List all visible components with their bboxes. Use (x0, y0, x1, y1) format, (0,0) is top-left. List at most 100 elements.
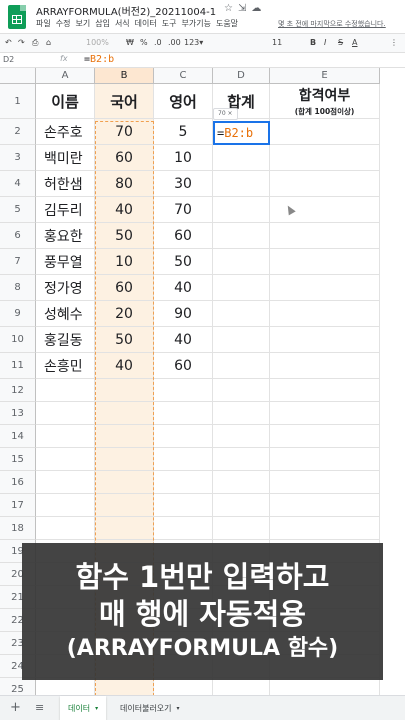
english-score-cell[interactable]: 10 (154, 145, 213, 171)
cell[interactable] (270, 517, 380, 540)
chevron-down-icon[interactable]: ▾ (95, 705, 98, 712)
row-header[interactable]: 3 (0, 145, 36, 171)
cell[interactable] (36, 494, 95, 517)
header-cell-b[interactable]: 국어 (95, 84, 154, 119)
cell[interactable] (270, 379, 380, 402)
row-header[interactable]: 12 (0, 379, 36, 402)
row-header[interactable]: 5 (0, 197, 36, 223)
korean-score-cell[interactable]: 80 (95, 171, 154, 197)
korean-score-cell[interactable]: 10 (95, 249, 154, 275)
menu-insert[interactable]: 삽입 (95, 19, 110, 28)
korean-score-cell[interactable]: 70 (95, 119, 154, 145)
english-score-cell[interactable]: 60 (154, 223, 213, 249)
cell[interactable] (213, 275, 270, 301)
menu-edit[interactable]: 수정 (56, 19, 71, 28)
cell[interactable] (213, 353, 270, 379)
strikethrough-button[interactable]: S (338, 38, 343, 47)
select-all-corner[interactable] (0, 68, 36, 84)
row-header[interactable]: 16 (0, 471, 36, 494)
row-header[interactable]: 6 (0, 223, 36, 249)
row-header[interactable]: 14 (0, 425, 36, 448)
row-header[interactable]: 9 (0, 301, 36, 327)
cell[interactable] (95, 448, 154, 471)
english-score-cell[interactable]: 60 (154, 353, 213, 379)
cell[interactable] (154, 402, 213, 425)
row-header[interactable]: 2 (0, 119, 36, 145)
cell[interactable] (213, 517, 270, 540)
menu-view[interactable]: 보기 (75, 19, 90, 28)
header-cell-a[interactable]: 이름 (36, 84, 95, 119)
cell[interactable] (213, 379, 270, 402)
cell[interactable] (95, 494, 154, 517)
cell[interactable] (213, 197, 270, 223)
cell[interactable] (270, 171, 380, 197)
row-header[interactable]: 25 (0, 678, 36, 695)
cell[interactable] (95, 379, 154, 402)
column-header-a[interactable]: A (36, 68, 95, 84)
row-header[interactable]: 18 (0, 517, 36, 540)
active-cell-d2[interactable]: = B2:b (213, 121, 270, 145)
cell[interactable] (213, 145, 270, 171)
paint-format-icon[interactable]: ⌂ (46, 38, 51, 47)
cell[interactable] (36, 678, 95, 695)
cell[interactable] (270, 249, 380, 275)
redo-icon[interactable]: ↷ (18, 38, 25, 47)
name-cell[interactable]: 허한샘 (36, 171, 95, 197)
english-score-cell[interactable]: 70 (154, 197, 213, 223)
cell[interactable] (270, 275, 380, 301)
cell[interactable] (270, 145, 380, 171)
add-sheet-button[interactable]: + (10, 700, 21, 715)
column-header-d[interactable]: D (213, 68, 270, 84)
last-edit-note[interactable]: 몇 초 전에 마지막으로 수정했습니다. (278, 19, 386, 29)
name-cell[interactable]: 김두리 (36, 197, 95, 223)
row-header[interactable]: 17 (0, 494, 36, 517)
row-header[interactable]: 8 (0, 275, 36, 301)
cloud-status-icon[interactable]: ☁ (251, 3, 266, 14)
cell[interactable] (270, 353, 380, 379)
cell[interactable] (36, 402, 95, 425)
cell[interactable] (213, 494, 270, 517)
cell[interactable] (154, 471, 213, 494)
cell[interactable] (36, 517, 95, 540)
cell[interactable] (270, 494, 380, 517)
print-icon[interactable]: ⎙ (32, 38, 38, 48)
header-cell-c[interactable]: 영어 (154, 84, 213, 119)
cell[interactable] (95, 402, 154, 425)
increase-decimal-button[interactable]: .00 (168, 38, 181, 47)
row-header[interactable]: 13 (0, 402, 36, 425)
cell[interactable] (213, 425, 270, 448)
cell[interactable] (213, 471, 270, 494)
row-header[interactable]: 15 (0, 448, 36, 471)
italic-button[interactable]: I (324, 38, 326, 47)
percent-button[interactable]: % (140, 38, 148, 47)
menu-format[interactable]: 서식 (115, 19, 130, 28)
menu-file[interactable]: 파일 (36, 19, 51, 28)
column-header-b[interactable]: B (95, 68, 154, 84)
more-formats-button[interactable]: 123▾ (184, 38, 203, 47)
cell[interactable] (213, 301, 270, 327)
name-cell[interactable]: 손흥민 (36, 353, 95, 379)
name-cell[interactable]: 정가영 (36, 275, 95, 301)
cell[interactable] (95, 678, 154, 695)
sheet-tab-data[interactable]: 데이터 ▾ (60, 696, 107, 720)
cell[interactable] (154, 494, 213, 517)
english-score-cell[interactable]: 90 (154, 301, 213, 327)
cell[interactable] (213, 171, 270, 197)
cell[interactable] (154, 678, 213, 695)
cell[interactable] (270, 471, 380, 494)
cell[interactable] (95, 517, 154, 540)
name-cell[interactable]: 성혜수 (36, 301, 95, 327)
row-header[interactable]: 7 (0, 249, 36, 275)
row-header[interactable]: 4 (0, 171, 36, 197)
sheet-tab-data-import[interactable]: 데이터불러오기 ▾ (112, 696, 188, 720)
menu-addons[interactable]: 부가기능 (182, 19, 211, 28)
undo-icon[interactable]: ↶ (5, 38, 12, 47)
korean-score-cell[interactable]: 60 (95, 275, 154, 301)
decrease-decimal-button[interactable]: .0 (154, 38, 162, 47)
cell[interactable] (213, 678, 270, 695)
english-score-cell[interactable]: 40 (154, 275, 213, 301)
header-cell-e[interactable]: 합격여부 (합계 100점이상) (270, 84, 380, 119)
chevron-down-icon[interactable]: ▾ (177, 705, 180, 712)
name-cell[interactable]: 손주호 (36, 119, 95, 145)
row-header[interactable]: 10 (0, 327, 36, 353)
